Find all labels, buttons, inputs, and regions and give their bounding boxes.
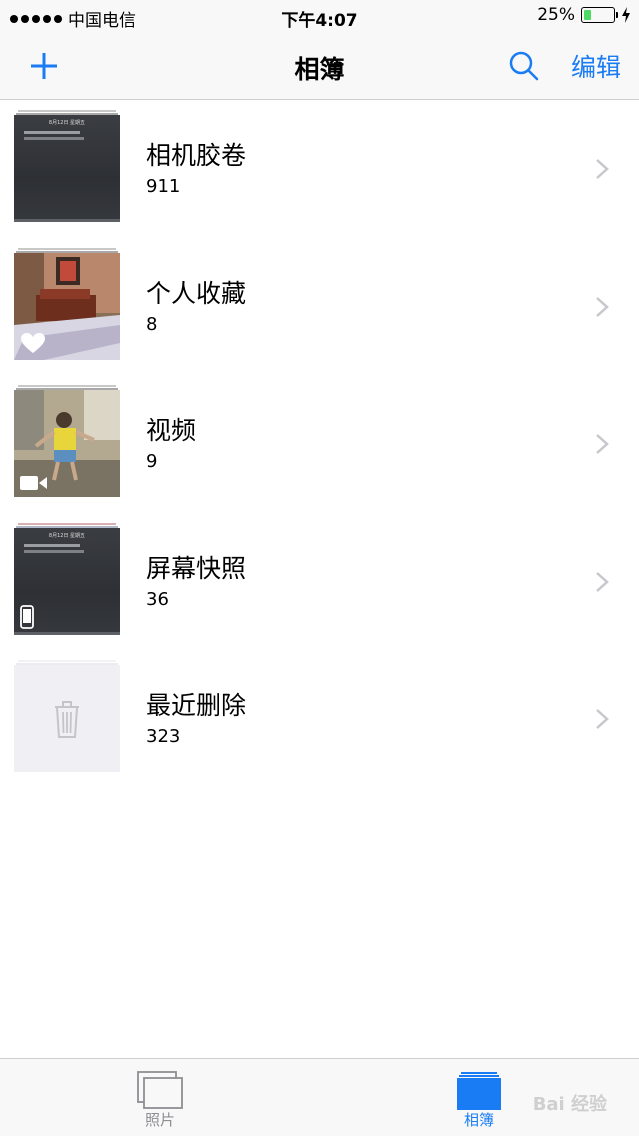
album-row-screenshots[interactable]: 8月12日 星期五 屏幕快照 36 — [0, 513, 639, 651]
albums-icon — [457, 1072, 501, 1110]
trash-icon — [55, 701, 79, 738]
album-name: 视频 — [146, 416, 197, 445]
chevron-right-icon — [596, 571, 609, 592]
album-count: 8 — [146, 313, 158, 335]
tab-bar: 照片 相簿 Bai 经验 — [0, 1058, 639, 1136]
thumbnail-date: 8月12日 星期五 — [48, 532, 86, 539]
photos-icon — [137, 1071, 183, 1109]
chevron-right-icon — [596, 159, 609, 179]
album-row-recently-deleted[interactable]: 最近删除 323 — [0, 650, 639, 788]
battery-icon — [581, 7, 618, 23]
album-thumbnail — [14, 385, 120, 497]
album-name: 屏幕快照 — [146, 553, 247, 583]
iphone-icon — [20, 604, 34, 629]
status-right: 25% — [537, 5, 631, 25]
albums-screen: 中国电信 下午4:07 25% 相簿 编辑 8月12日 星期五 相机胶卷 911… — [0, 0, 639, 1136]
screenshot-thumbnail: 8月12日 星期五 — [14, 115, 120, 222]
album-count: 9 — [146, 451, 158, 472]
status-bar: 中国电信 下午4:07 25% — [0, 0, 639, 34]
navigation-bar: 相簿 编辑 — [0, 34, 639, 100]
video-camera-icon — [20, 476, 47, 490]
chevron-right-icon — [596, 296, 609, 317]
album-name: 相机胶卷 — [146, 141, 247, 170]
album-count: 323 — [146, 726, 181, 747]
tab-label: 照片 — [144, 1111, 175, 1129]
screenshot-thumbnail: 8月12日 星期五 — [14, 527, 120, 635]
watermark: Bai 经验 — [532, 1094, 607, 1115]
heart-icon — [21, 332, 45, 353]
album-count: 911 — [146, 176, 181, 197]
album-row-favorites[interactable]: 个人收藏 8 — [0, 238, 639, 376]
edit-button[interactable]: 编辑 — [571, 48, 621, 84]
album-row-camera-roll[interactable]: 8月12日 星期五 相机胶卷 911 — [0, 100, 639, 238]
album-name: 最近删除 — [146, 691, 247, 720]
trash-thumbnail — [14, 665, 120, 772]
album-name: 个人收藏 — [146, 278, 247, 308]
charging-bolt-icon — [622, 7, 630, 23]
album-thumbnail: 8月12日 星期五 — [14, 110, 120, 222]
child-video-thumbnail — [14, 390, 120, 497]
album-list: 8月12日 星期五 相机胶卷 911 个人收藏 8 视频 9 8月12日 星期五… — [0, 100, 639, 788]
room-photo-thumbnail — [14, 252, 120, 360]
album-count: 36 — [146, 588, 169, 610]
album-thumbnail — [14, 247, 120, 360]
thumbnail-date: 8月12日 星期五 — [48, 120, 86, 126]
chevron-right-icon — [596, 434, 609, 454]
chevron-right-icon — [596, 709, 609, 729]
album-thumbnail — [14, 660, 120, 772]
album-row-videos[interactable]: 视频 9 — [0, 375, 639, 513]
page-title: 相簿 — [294, 55, 345, 84]
search-icon[interactable] — [508, 50, 540, 82]
tab-photos[interactable]: 照片 — [0, 1059, 320, 1136]
battery-percentage: 25% — [537, 5, 575, 25]
album-thumbnail: 8月12日 星期五 — [14, 522, 120, 635]
